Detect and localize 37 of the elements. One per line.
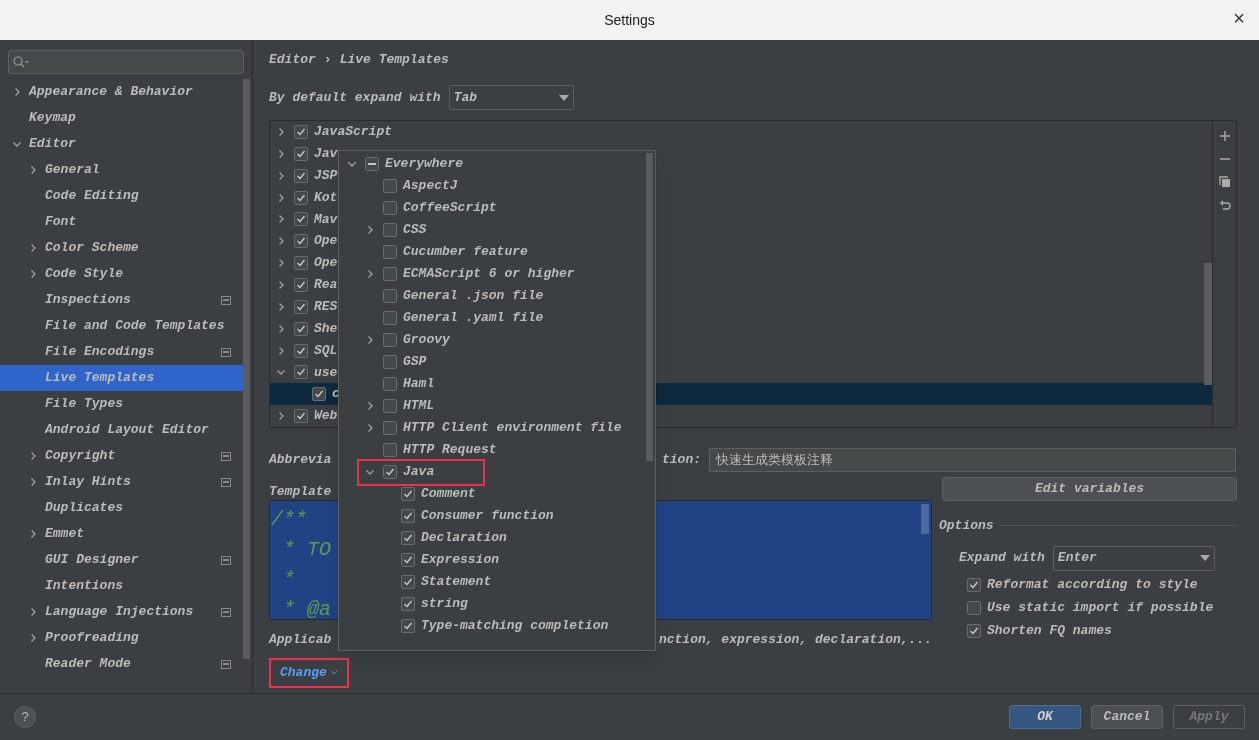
abbreviation-label: Abbrevia (269, 451, 332, 470)
code-line: /** (270, 507, 307, 533)
expand-label: By default expand with (269, 88, 441, 107)
code-line: * @a (282, 597, 331, 619)
code-line: * TO (282, 537, 331, 563)
sidebar-label: Color Scheme (45, 239, 140, 258)
sidebar-label: Duplicates (45, 499, 124, 518)
sidebar-label: GUI Designer (45, 551, 140, 570)
expand-with-label: Expand with (959, 549, 1045, 568)
sidebar-label: Font (45, 213, 78, 232)
template-text-label: Template (269, 484, 332, 499)
sidebar-label: File Encodings (45, 343, 156, 362)
sidebar-label: General (45, 161, 101, 180)
applicable-label: Applicab (269, 631, 332, 649)
sidebar-label: Appearance & Behavior (29, 83, 194, 102)
sidebar-label: Android Layout Editor (45, 421, 210, 440)
breadcrumb-separator: › (323, 51, 332, 70)
sidebar-label: Keymap (29, 109, 77, 128)
sidebar-label: Proofreading (45, 629, 140, 648)
sidebar-label: Inlay Hints (45, 473, 132, 492)
sidebar-label: Reader Mode (45, 655, 132, 674)
code-line: * (282, 567, 295, 593)
sidebar-label: Code Editing (45, 187, 140, 206)
window-title: Settings (604, 10, 655, 30)
sidebar-label: Language Injections (45, 603, 195, 622)
description-label: tion: (662, 451, 701, 470)
sidebar-label: Copyright (45, 447, 117, 466)
sidebar-label: Inspections (45, 291, 132, 310)
sidebar-label: Emmet (45, 525, 85, 544)
sidebar-label: Live Templates (45, 369, 156, 388)
sidebar-label: File Types (45, 395, 124, 414)
sidebar-label: Intentions (45, 577, 124, 596)
sidebar-label: File and Code Templates (45, 317, 226, 336)
sidebar-label: Code Style (45, 265, 124, 284)
applicable-contexts: nction, expression, declaration,... (658, 631, 932, 649)
sidebar-label: Editor (29, 135, 77, 154)
options-title: Options (939, 517, 994, 535)
